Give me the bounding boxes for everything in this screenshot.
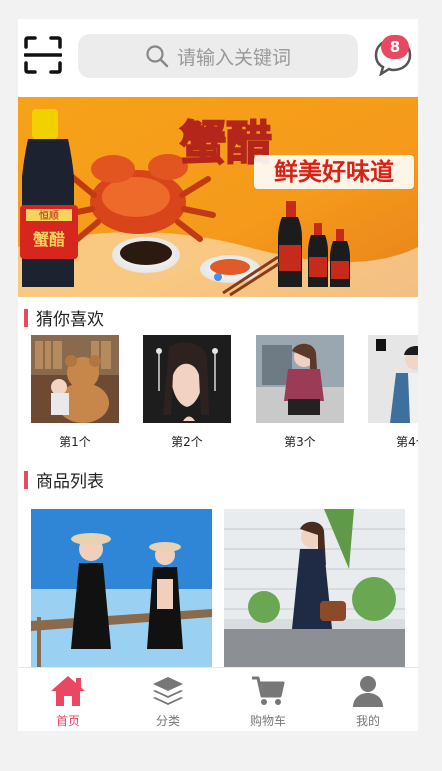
search-input[interactable]: 请输入关键词 bbox=[78, 34, 358, 78]
guess-item-image[interactable] bbox=[256, 335, 344, 423]
banner-image[interactable]: 恒顺 蟹醋 蟹醋 鲜美好味道 bbox=[18, 97, 418, 297]
search-placeholder: 请输入关键词 bbox=[176, 46, 291, 69]
bottle-brand: 恒顺 bbox=[39, 209, 59, 222]
guess-title-text: 猜你喜欢 bbox=[36, 310, 104, 330]
guess-item-image[interactable] bbox=[31, 335, 119, 423]
banner-slogan: 鲜美好味道 bbox=[274, 158, 394, 186]
tab-label: 分类 bbox=[155, 714, 180, 728]
guess-section-title: 猜你喜欢 bbox=[24, 305, 104, 330]
banner-indicator[interactable] bbox=[214, 273, 222, 281]
bottom-tab-bar: 首页 分类 购物车 我的 bbox=[18, 667, 418, 731]
guess-item-2[interactable]: 第2个 bbox=[143, 335, 231, 450]
guess-item-label: 第2个 bbox=[171, 435, 203, 449]
guess-item-1[interactable]: 第1个 bbox=[31, 335, 119, 450]
products-section-title: 商品列表 bbox=[24, 467, 104, 492]
tab-label: 购物车 bbox=[249, 714, 286, 728]
products-title-text: 商品列表 bbox=[36, 472, 104, 492]
app-screen: 请输入关键词 8 恒顺 蟹醋 蟹醋 鲜美好味道 猜你喜欢 第1个 第2个 第3个… bbox=[18, 19, 418, 731]
layers-icon bbox=[153, 677, 183, 705]
guess-item-label: 第1个 bbox=[59, 435, 91, 449]
product-card-1[interactable] bbox=[31, 509, 212, 669]
message-badge: 8 bbox=[381, 35, 409, 59]
user-icon bbox=[353, 676, 383, 707]
section-accent-bar bbox=[24, 308, 28, 327]
tab-label: 我的 bbox=[355, 714, 380, 728]
guess-item-4[interactable]: 第4个 bbox=[368, 335, 418, 450]
tab-category[interactable]: 分类 bbox=[118, 668, 218, 731]
guess-item-label: 第3个 bbox=[284, 435, 316, 449]
section-accent-bar bbox=[24, 470, 28, 489]
top-bar: 请输入关键词 8 bbox=[18, 19, 418, 97]
guess-item-image[interactable] bbox=[368, 335, 418, 423]
bottle-name: 蟹醋 bbox=[32, 230, 65, 249]
guess-item-3[interactable]: 第3个 bbox=[256, 335, 344, 450]
cart-icon bbox=[252, 676, 285, 705]
tab-home[interactable]: 首页 bbox=[18, 668, 118, 731]
guess-list: 第1个 第2个 第3个 第4 bbox=[31, 335, 418, 455]
product-card-2[interactable] bbox=[224, 509, 405, 669]
tab-profile[interactable]: 我的 bbox=[318, 668, 418, 731]
search-icon bbox=[146, 45, 169, 68]
tab-label: 首页 bbox=[55, 714, 80, 728]
home-icon bbox=[51, 676, 85, 706]
tab-cart[interactable]: 购物车 bbox=[218, 668, 318, 731]
scan-icon[interactable] bbox=[24, 36, 62, 74]
guess-item-image[interactable] bbox=[143, 335, 231, 423]
guess-item-label: 第4个 bbox=[396, 435, 418, 449]
